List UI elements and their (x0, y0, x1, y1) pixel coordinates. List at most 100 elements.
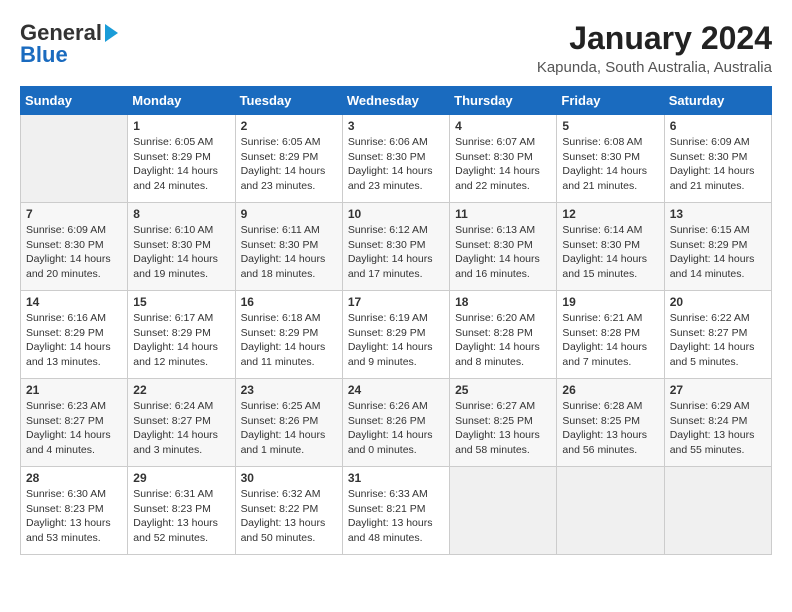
day-number: 26 (562, 383, 658, 397)
day-number: 23 (241, 383, 337, 397)
calendar-cell: 3Sunrise: 6:06 AM Sunset: 8:30 PM Daylig… (342, 115, 449, 203)
calendar-cell: 22 Sunrise: 6:24 AM Sunset: 8:27 PM Dayli… (128, 379, 235, 467)
day-number: 17 (348, 295, 444, 309)
header-day: Saturday (664, 87, 771, 115)
day-info: Sunrise: 6:20 AM Sunset: 8:28 PM Dayligh… (455, 311, 551, 370)
calendar-table: SundayMondayTuesdayWednesdayThursdayFrid… (20, 86, 772, 555)
calendar-cell: 24Sunrise: 6:26 AM Sunset: 8:26 PM Dayli… (342, 379, 449, 467)
calendar-cell: 16Sunrise: 6:18 AM Sunset: 8:29 PM Dayli… (235, 291, 342, 379)
day-number: 27 (670, 383, 766, 397)
calendar-cell: 25 Sunrise: 6:27 AM Sunset: 8:25 PM Dayli… (450, 379, 557, 467)
day-info: Sunrise: 6:28 AM Sunset: 8:25 PM Dayligh… (562, 399, 658, 458)
calendar-week-row: 7 Sunrise: 6:09 AM Sunset: 8:30 PM Daylig… (21, 203, 772, 291)
calendar-cell: 27 Sunrise: 6:29 AM Sunset: 8:24 PM Dayli… (664, 379, 771, 467)
calendar-cell (21, 115, 128, 203)
day-number: 22 (133, 383, 229, 397)
day-info: Sunrise: 6:33 AM Sunset: 8:21 PM Dayligh… (348, 487, 444, 546)
day-number: 12 (562, 207, 658, 221)
calendar-cell: 21 Sunrise: 6:23 AM Sunset: 8:27 PM Dayli… (21, 379, 128, 467)
day-number: 21 (26, 383, 122, 397)
calendar-cell: 9 Sunrise: 6:11 AM Sunset: 8:30 PM Daylig… (235, 203, 342, 291)
day-info: Sunrise: 6:32 AM Sunset: 8:22 PM Dayligh… (241, 487, 337, 546)
calendar-cell: 2 Sunrise: 6:05 AM Sunset: 8:29 PM Daylig… (235, 115, 342, 203)
day-info: Sunrise: 6:30 AM Sunset: 8:23 PM Dayligh… (26, 487, 122, 546)
calendar-cell: 4 Sunrise: 6:07 AM Sunset: 8:30 PM Daylig… (450, 115, 557, 203)
day-number: 6 (670, 119, 766, 133)
header-row: SundayMondayTuesdayWednesdayThursdayFrid… (21, 87, 772, 115)
day-info: Sunrise: 6:08 AM Sunset: 8:30 PM Dayligh… (562, 135, 658, 194)
calendar-cell: 1 Sunrise: 6:05 AM Sunset: 8:29 PM Daylig… (128, 115, 235, 203)
day-info: Sunrise: 6:06 AM Sunset: 8:30 PM Dayligh… (348, 135, 444, 194)
day-info: Sunrise: 6:10 AM Sunset: 8:30 PM Dayligh… (133, 223, 229, 282)
day-number: 19 (562, 295, 658, 309)
page-header: General Blue January 2024 Kapunda, South… (20, 20, 772, 76)
day-number: 2 (241, 119, 337, 133)
logo-blue: Blue (20, 42, 68, 68)
calendar-week-row: 1 Sunrise: 6:05 AM Sunset: 8:29 PM Daylig… (21, 115, 772, 203)
title-block: January 2024 Kapunda, South Australia, A… (537, 20, 772, 76)
day-number: 14 (26, 295, 122, 309)
header-day: Wednesday (342, 87, 449, 115)
day-info: Sunrise: 6:09 AM Sunset: 8:30 PM Dayligh… (26, 223, 122, 282)
day-number: 1 (133, 119, 229, 133)
calendar-cell: 26 Sunrise: 6:28 AM Sunset: 8:25 PM Dayli… (557, 379, 664, 467)
day-info: Sunrise: 6:14 AM Sunset: 8:30 PM Dayligh… (562, 223, 658, 282)
day-number: 8 (133, 207, 229, 221)
header-day: Thursday (450, 87, 557, 115)
calendar-header: SundayMondayTuesdayWednesdayThursdayFrid… (21, 87, 772, 115)
calendar-cell: 18 Sunrise: 6:20 AM Sunset: 8:28 PM Dayli… (450, 291, 557, 379)
calendar-cell: 7 Sunrise: 6:09 AM Sunset: 8:30 PM Daylig… (21, 203, 128, 291)
day-info: Sunrise: 6:05 AM Sunset: 8:29 PM Dayligh… (241, 135, 337, 194)
day-info: Sunrise: 6:31 AM Sunset: 8:23 PM Dayligh… (133, 487, 229, 546)
day-number: 24 (348, 383, 444, 397)
day-info: Sunrise: 6:07 AM Sunset: 8:30 PM Dayligh… (455, 135, 551, 194)
calendar-cell: 23 Sunrise: 6:25 AM Sunset: 8:26 PM Dayli… (235, 379, 342, 467)
calendar-cell: 15Sunrise: 6:17 AM Sunset: 8:29 PM Dayli… (128, 291, 235, 379)
calendar-cell: 31 Sunrise: 6:33 AM Sunset: 8:21 PM Dayli… (342, 467, 449, 555)
day-number: 13 (670, 207, 766, 221)
calendar-week-row: 21 Sunrise: 6:23 AM Sunset: 8:27 PM Dayli… (21, 379, 772, 467)
calendar-cell: 19Sunrise: 6:21 AM Sunset: 8:28 PM Dayli… (557, 291, 664, 379)
day-number: 31 (348, 471, 444, 485)
day-info: Sunrise: 6:05 AM Sunset: 8:29 PM Dayligh… (133, 135, 229, 194)
day-number: 9 (241, 207, 337, 221)
calendar-week-row: 14Sunrise: 6:16 AM Sunset: 8:29 PM Dayli… (21, 291, 772, 379)
day-info: Sunrise: 6:17 AM Sunset: 8:29 PM Dayligh… (133, 311, 229, 370)
calendar-cell: 20Sunrise: 6:22 AM Sunset: 8:27 PM Dayli… (664, 291, 771, 379)
day-info: Sunrise: 6:12 AM Sunset: 8:30 PM Dayligh… (348, 223, 444, 282)
calendar-cell (450, 467, 557, 555)
day-number: 7 (26, 207, 122, 221)
day-info: Sunrise: 6:23 AM Sunset: 8:27 PM Dayligh… (26, 399, 122, 458)
day-number: 29 (133, 471, 229, 485)
day-info: Sunrise: 6:25 AM Sunset: 8:26 PM Dayligh… (241, 399, 337, 458)
day-info: Sunrise: 6:11 AM Sunset: 8:30 PM Dayligh… (241, 223, 337, 282)
header-day: Friday (557, 87, 664, 115)
header-day: Tuesday (235, 87, 342, 115)
day-number: 16 (241, 295, 337, 309)
day-number: 25 (455, 383, 551, 397)
day-number: 5 (562, 119, 658, 133)
day-info: Sunrise: 6:22 AM Sunset: 8:27 PM Dayligh… (670, 311, 766, 370)
day-info: Sunrise: 6:29 AM Sunset: 8:24 PM Dayligh… (670, 399, 766, 458)
day-info: Sunrise: 6:13 AM Sunset: 8:30 PM Dayligh… (455, 223, 551, 282)
day-info: Sunrise: 6:27 AM Sunset: 8:25 PM Dayligh… (455, 399, 551, 458)
calendar-cell (664, 467, 771, 555)
day-number: 28 (26, 471, 122, 485)
calendar-cell: 5 Sunrise: 6:08 AM Sunset: 8:30 PM Daylig… (557, 115, 664, 203)
day-info: Sunrise: 6:24 AM Sunset: 8:27 PM Dayligh… (133, 399, 229, 458)
day-number: 30 (241, 471, 337, 485)
calendar-cell: 8 Sunrise: 6:10 AM Sunset: 8:30 PM Daylig… (128, 203, 235, 291)
calendar-cell: 6 Sunrise: 6:09 AM Sunset: 8:30 PM Daylig… (664, 115, 771, 203)
logo: General Blue (20, 20, 118, 68)
calendar-body: 1 Sunrise: 6:05 AM Sunset: 8:29 PM Daylig… (21, 115, 772, 555)
calendar-week-row: 28 Sunrise: 6:30 AM Sunset: 8:23 PM Dayli… (21, 467, 772, 555)
day-info: Sunrise: 6:19 AM Sunset: 8:29 PM Dayligh… (348, 311, 444, 370)
day-number: 4 (455, 119, 551, 133)
header-day: Sunday (21, 87, 128, 115)
calendar-cell: 14Sunrise: 6:16 AM Sunset: 8:29 PM Dayli… (21, 291, 128, 379)
calendar-cell: 17 Sunrise: 6:19 AM Sunset: 8:29 PM Dayli… (342, 291, 449, 379)
day-info: Sunrise: 6:09 AM Sunset: 8:30 PM Dayligh… (670, 135, 766, 194)
day-number: 18 (455, 295, 551, 309)
day-number: 11 (455, 207, 551, 221)
calendar-cell: 30 Sunrise: 6:32 AM Sunset: 8:22 PM Dayli… (235, 467, 342, 555)
